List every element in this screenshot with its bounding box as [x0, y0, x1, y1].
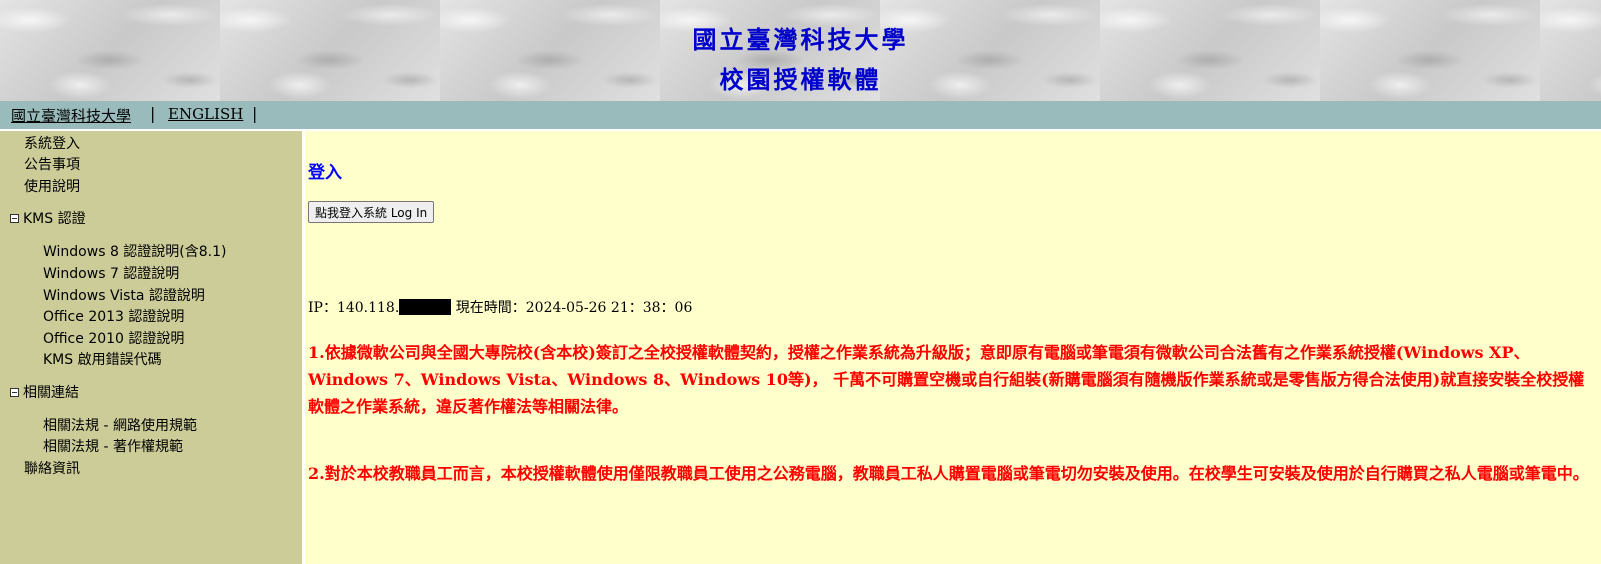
nav-separator: | — [252, 104, 258, 123]
sidebar-item-win7[interactable]: Windows 7 認證說明 — [43, 263, 179, 283]
sidebar-item-kms-errors[interactable]: KMS 啟用錯誤代碼 — [43, 349, 162, 369]
nav-separator: | — [150, 104, 156, 123]
sidebar-item-office2010[interactable]: Office 2010 認證說明 — [43, 328, 184, 348]
license-notice-1: 1.依據微軟公司與全國大專院校(含本校)簽訂之全校授權軟體契約，授權之作業系統為… — [308, 343, 1585, 416]
page-title: 登入 — [308, 163, 342, 183]
license-notice-2: 2.對於本校教職員工而言，本校授權軟體使用僅限教職員工使用之公務電腦，教職員工私… — [308, 464, 1589, 483]
sidebar-group-links[interactable]: 相關連結 — [10, 382, 79, 402]
sidebar-item-network-rules[interactable]: 相關法規 - 網路使用規範 — [43, 415, 197, 435]
site-subtitle: 校園授權軟體 — [719, 65, 882, 94]
site-title: 國立臺灣科技大學 — [692, 25, 909, 54]
nav-link-ntust[interactable]: 國立臺灣科技大學 — [11, 105, 131, 126]
sidebar-item-login[interactable]: 系統登入 — [24, 133, 80, 153]
current-time: 現在時間：2024-05-26 21：38：06 — [455, 300, 693, 316]
nav-link-english[interactable]: ENGLISH — [168, 105, 243, 123]
sidebar-item-instructions[interactable]: 使用說明 — [24, 176, 80, 196]
sidebar-group-label: KMS 認證 — [23, 211, 86, 227]
collapse-icon[interactable] — [10, 213, 19, 223]
main-content: 登入 點我登入系統 Log In IP：140.118. 現在時間：2024-0… — [305, 131, 1601, 564]
sidebar-group-kms[interactable]: KMS 認證 — [10, 208, 86, 228]
sidebar-item-copyright-rules[interactable]: 相關法規 - 著作權規範 — [43, 436, 183, 456]
sidebar-item-win8[interactable]: Windows 8 認證說明(含8.1) — [43, 241, 227, 261]
sidebar-item-office2013[interactable]: Office 2013 認證說明 — [43, 306, 184, 326]
login-button[interactable]: 點我登入系統 Log In — [308, 201, 435, 223]
sidebar-item-contact[interactable]: 聯絡資訊 — [24, 458, 80, 478]
sidebar-item-announcements[interactable]: 公告事項 — [24, 154, 80, 174]
ip-time-line: IP：140.118. 現在時間：2024-05-26 21：38：06 — [308, 297, 692, 317]
redacted-ip-block — [399, 299, 452, 315]
collapse-icon[interactable] — [10, 387, 19, 397]
sidebar: 系統登入 公告事項 使用說明 KMS 認證 Windows 8 認證說明(含8.… — [0, 131, 302, 564]
sidebar-group-label: 相關連結 — [23, 385, 79, 401]
header-banner: 國立臺灣科技大學 校園授權軟體 — [0, 0, 1601, 101]
sidebar-item-vista[interactable]: Windows Vista 認證說明 — [43, 285, 205, 305]
top-navbar: 國立臺灣科技大學 | ENGLISH | — [0, 101, 1601, 129]
ip-label: IP：140.118. — [308, 300, 400, 316]
